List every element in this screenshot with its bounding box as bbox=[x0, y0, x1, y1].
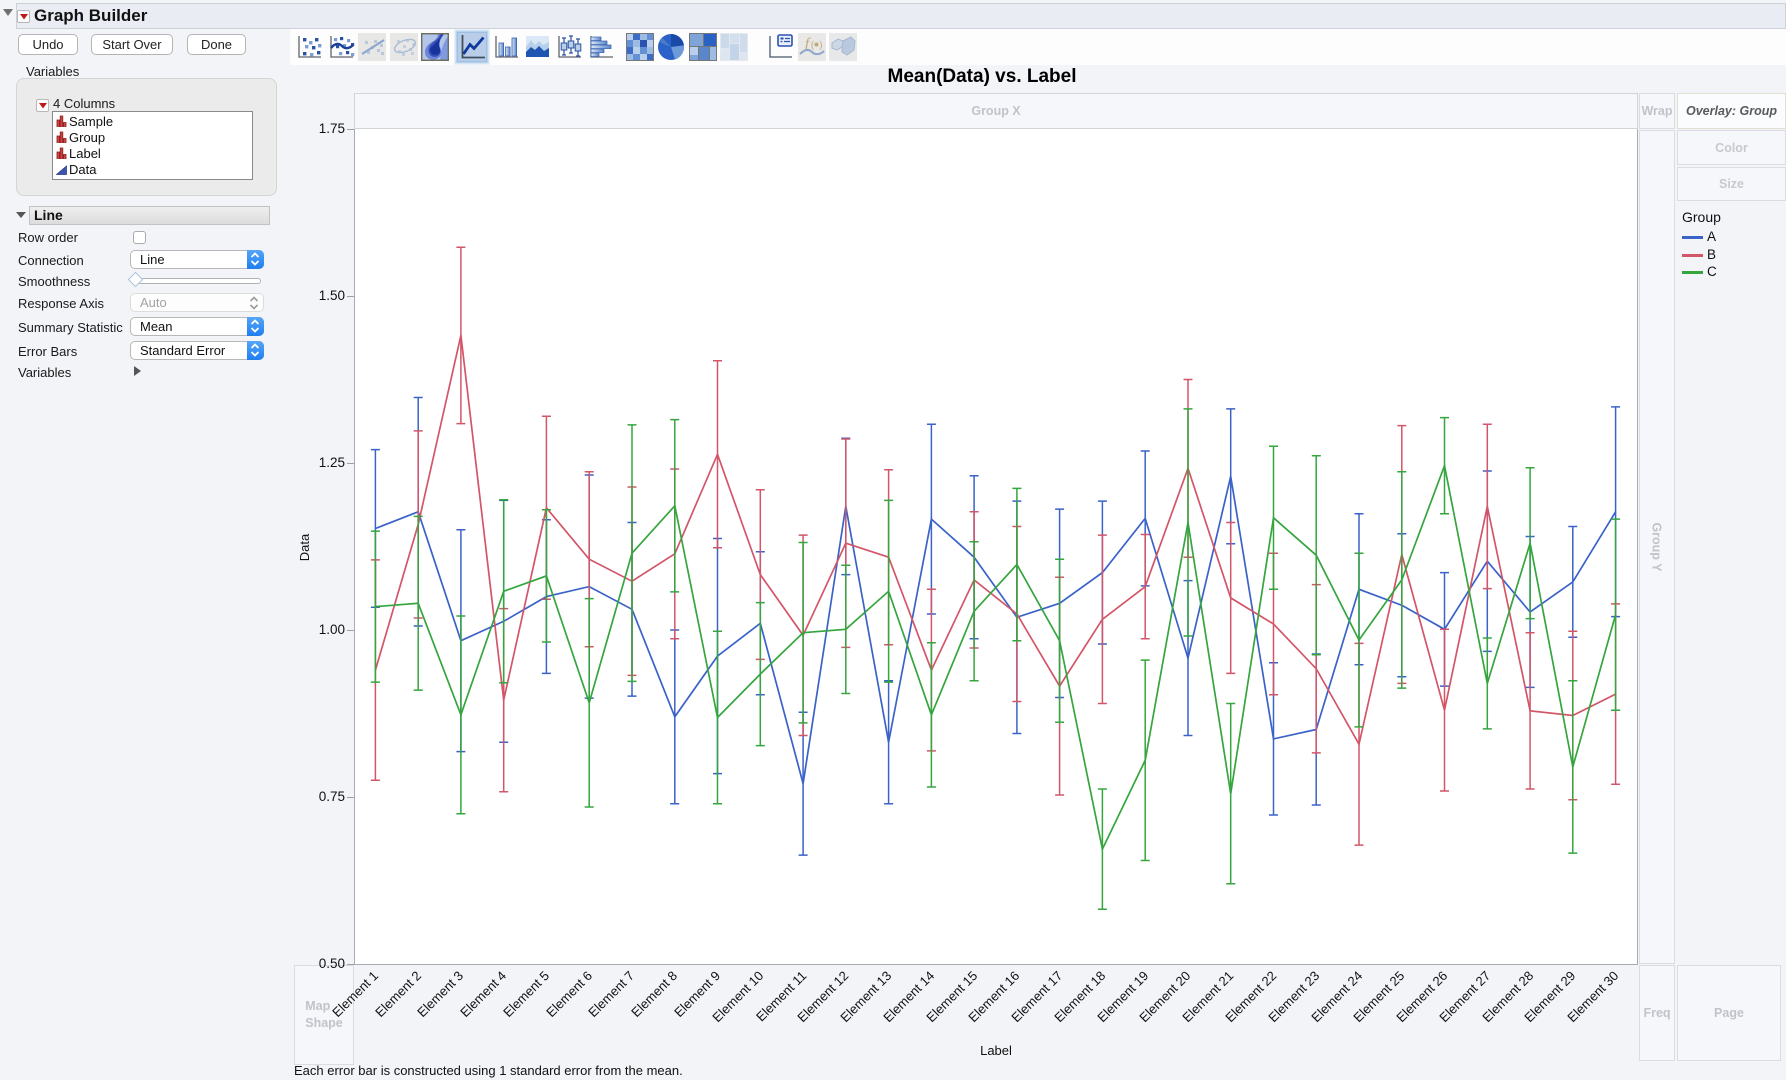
svg-text:): ) bbox=[819, 40, 822, 51]
